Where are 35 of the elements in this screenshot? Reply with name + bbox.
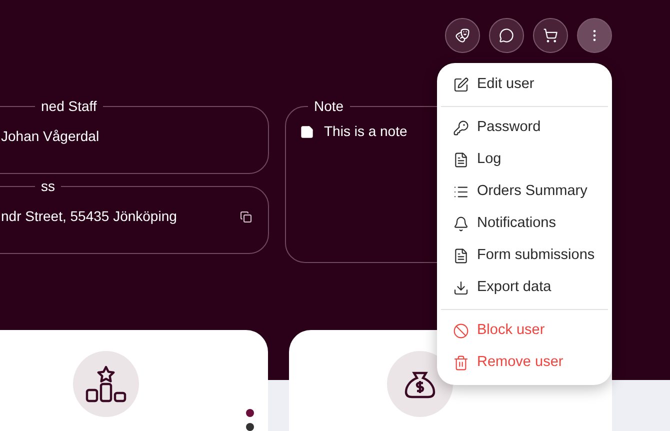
menu-item[interactable]: Notifications <box>441 208 608 240</box>
cart-icon <box>543 28 558 43</box>
cart-button[interactable] <box>533 18 568 53</box>
edit-icon <box>453 76 469 92</box>
pager-dots-icon[interactable] <box>246 409 254 431</box>
field-label: ned Staff <box>40 97 98 116</box>
sticky-note-icon <box>300 124 314 138</box>
field-label: ss <box>40 177 56 196</box>
ban-icon <box>453 323 469 339</box>
menu-item[interactable]: Log <box>441 144 608 176</box>
field-value: Johan Vågerdal <box>1 127 100 146</box>
chat-button[interactable] <box>489 18 524 53</box>
podium-icon <box>84 364 128 404</box>
document-icon <box>453 152 469 168</box>
note-label: Note <box>313 97 345 116</box>
menu-item[interactable]: Export data <box>441 272 608 310</box>
note-text: This is a note <box>324 122 408 141</box>
menu-item[interactable]: Password <box>441 112 608 144</box>
copy-icon[interactable] <box>240 210 252 222</box>
menu-item[interactable]: Orders Summary <box>441 176 608 208</box>
trash-icon <box>453 355 469 371</box>
download-icon <box>453 280 469 296</box>
chat-bubble-icon <box>499 28 514 43</box>
menu-item[interactable]: Edit user <box>441 69 608 107</box>
menu-item[interactable]: Remove user <box>441 347 608 379</box>
document-icon <box>453 248 469 264</box>
field-value: ndr Street, 55435 Jönköping <box>1 207 177 226</box>
mask-button[interactable] <box>445 18 480 53</box>
more-button[interactable] <box>577 18 612 53</box>
key-icon <box>453 120 469 136</box>
money-bag-icon <box>402 369 438 399</box>
mask-icon <box>455 28 470 43</box>
menu-item[interactable]: Block user <box>441 315 608 347</box>
bell-icon <box>453 216 469 232</box>
menu-item[interactable]: Form submissions <box>441 240 608 272</box>
